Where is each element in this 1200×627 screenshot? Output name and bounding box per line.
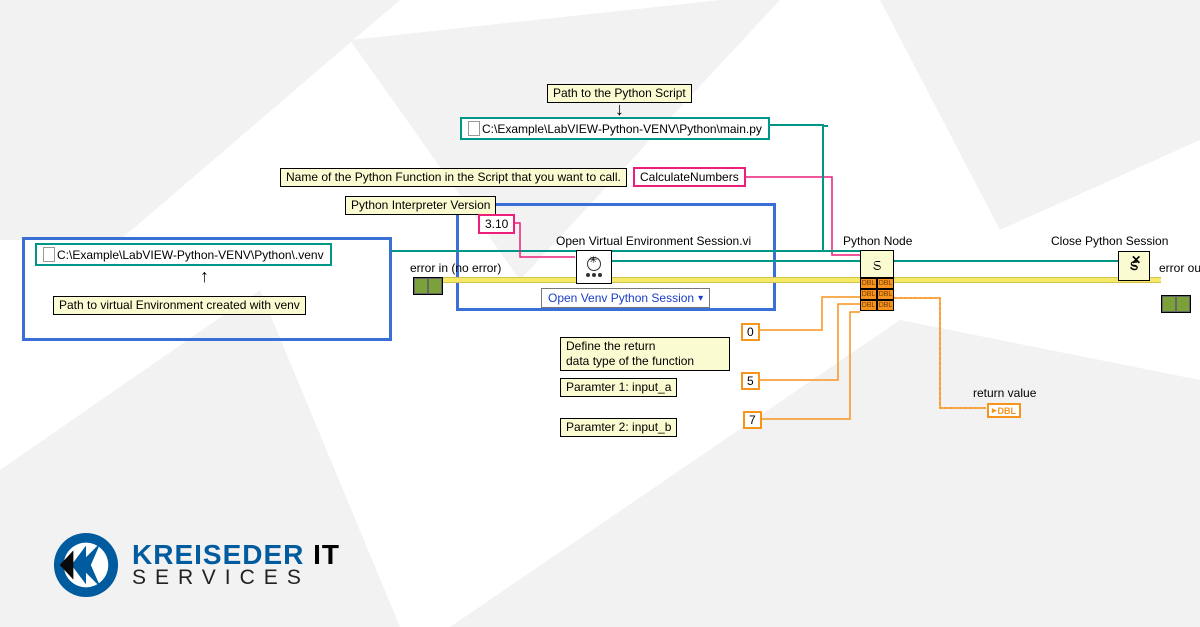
vi-icon-close-session[interactable]: ಽ✕ xyxy=(1118,251,1150,281)
indicator-return-value[interactable]: DBL xyxy=(987,403,1021,418)
const-return-type-init[interactable]: 0 xyxy=(741,323,760,341)
gear-icon xyxy=(587,257,601,271)
terminal-error-out[interactable] xyxy=(1161,295,1191,313)
tip-param1: Paramter 1: input_a xyxy=(560,378,677,397)
tip-return-type: Define the return data type of the funct… xyxy=(560,337,730,371)
tip-interpreter-version: Python Interpreter Version xyxy=(345,196,496,215)
poly-selector-open-session[interactable]: Open Venv Python Session xyxy=(541,288,710,308)
dots-icon xyxy=(586,273,602,277)
label-error-out: error out xyxy=(1159,261,1200,275)
brand-logo: KREISEDER IT SERVICES xyxy=(52,531,340,599)
tip-function-name: Name of the Python Function in the Scrip… xyxy=(280,168,627,187)
const-venv-path[interactable]: C:\Example\LabVIEW-Python-VENV\Python\.v… xyxy=(35,243,332,266)
label-error-in: error in (no error) xyxy=(410,261,501,275)
logo-text-2: SERVICES xyxy=(132,568,340,588)
terminal-error-in[interactable] xyxy=(413,277,443,295)
const-param2[interactable]: 7 xyxy=(743,411,762,429)
label-open-session-vi: Open Virtual Environment Session.vi xyxy=(556,234,751,248)
tip-venv-path: Path to virtual Environment created with… xyxy=(53,296,306,315)
label-close-session: Close Python Session xyxy=(1051,234,1168,248)
tip-script-path: Path to the Python Script xyxy=(547,84,692,103)
logo-mark-icon xyxy=(52,531,120,599)
tip-param2: Paramter 2: input_b xyxy=(560,418,677,437)
logo-text-1b: IT xyxy=(313,539,340,570)
path-value: C:\Example\LabVIEW-Python-VENV\Python\ma… xyxy=(482,122,762,136)
const-param1[interactable]: 5 xyxy=(741,372,760,390)
path-value: C:\Example\LabVIEW-Python-VENV\Python\.v… xyxy=(57,248,324,262)
logo-text-1a: KREISEDER xyxy=(132,539,304,570)
label-return-value: return value xyxy=(973,386,1036,400)
const-script-path[interactable]: C:\Example\LabVIEW-Python-VENV\Python\ma… xyxy=(460,117,770,140)
snake-icon: ಽ xyxy=(873,256,882,273)
const-interpreter-version[interactable]: 3.10 xyxy=(478,214,515,234)
python-node[interactable]: ಽ DBLDBL DBLDBL DBLDBL xyxy=(860,250,894,311)
vi-icon-open-session[interactable] xyxy=(576,250,612,284)
close-icon: ಽ✕ xyxy=(1130,257,1138,275)
label-python-node: Python Node xyxy=(843,234,912,248)
const-function-name[interactable]: CalculateNumbers xyxy=(633,167,746,187)
